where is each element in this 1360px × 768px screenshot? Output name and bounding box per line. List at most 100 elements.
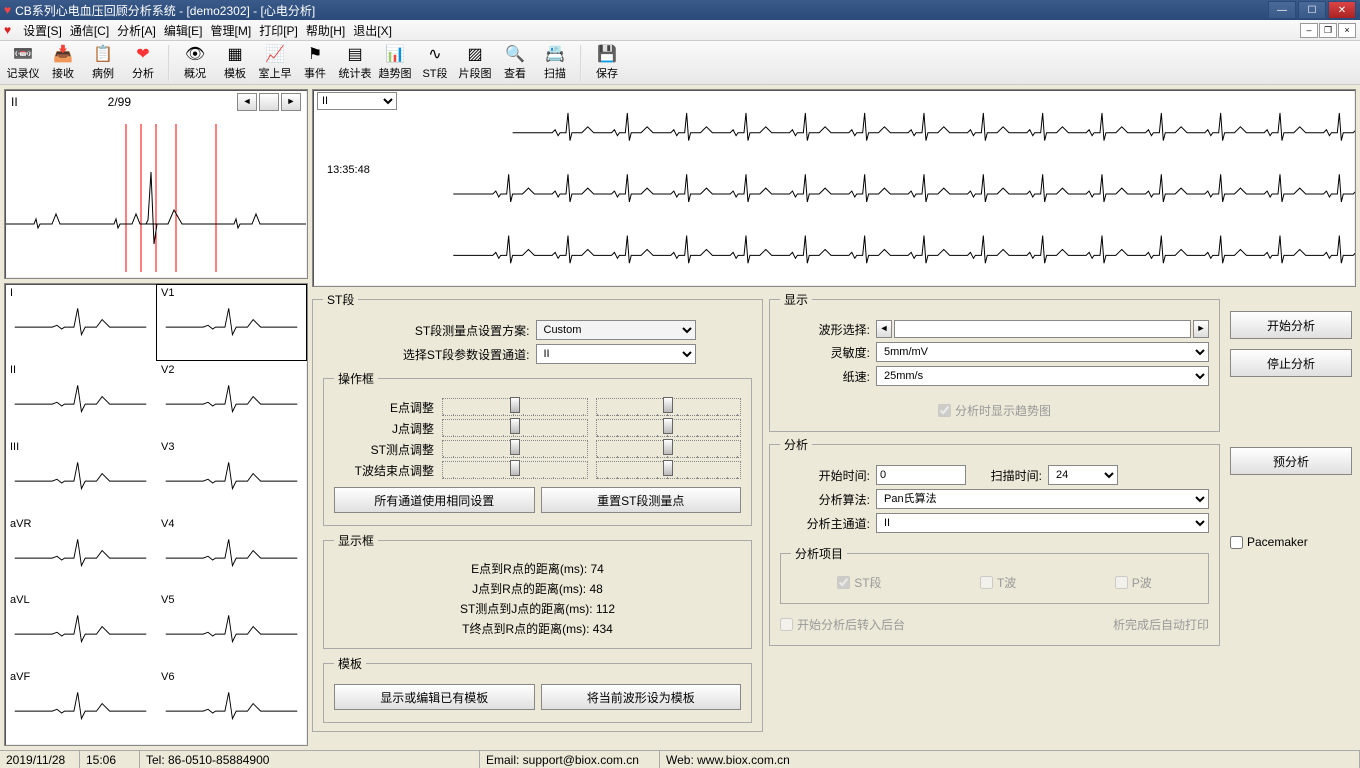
- toolbar-icon: ∿: [425, 44, 445, 64]
- lead-cell-aVF[interactable]: aVF: [5, 668, 156, 745]
- slider-thumb[interactable]: [663, 397, 673, 413]
- toolbar-icon: 📋: [93, 44, 113, 64]
- slider-track[interactable]: [596, 440, 742, 458]
- lead-cell-V3[interactable]: V3: [156, 438, 307, 515]
- pager-stop-button[interactable]: [259, 93, 279, 111]
- slider-thumb[interactable]: [663, 460, 673, 476]
- analysis-item-T波[interactable]: T波: [980, 574, 1016, 591]
- st-all-channels-button[interactable]: 所有通道使用相同设置: [334, 487, 535, 513]
- st-channel-select[interactable]: II: [536, 344, 696, 364]
- beat-pager-label: 2/99: [108, 95, 131, 109]
- toolbar-接收[interactable]: 📥接收: [44, 43, 82, 83]
- lead-cell-II[interactable]: II: [5, 361, 156, 438]
- pager-prev-button[interactable]: ◄: [237, 93, 257, 111]
- lead-cell-aVR[interactable]: aVR: [5, 515, 156, 592]
- st-reset-button[interactable]: 重置ST段测量点: [541, 487, 742, 513]
- stop-analysis-button[interactable]: 停止分析: [1230, 349, 1352, 377]
- close-button[interactable]: ✕: [1328, 1, 1356, 19]
- slider-track[interactable]: [596, 461, 742, 479]
- slider-thumb[interactable]: [663, 418, 673, 434]
- wave-select[interactable]: ◄ ►: [876, 320, 1209, 338]
- mdi-app-icon[interactable]: ♥: [4, 23, 11, 37]
- menu-item[interactable]: 打印[P]: [255, 24, 302, 38]
- slider-thumb[interactable]: [663, 439, 673, 455]
- beat-canvas[interactable]: [5, 114, 307, 274]
- slider-thumb[interactable]: [510, 418, 520, 434]
- toolbar-概况[interactable]: 👁概况: [176, 43, 214, 83]
- wave-scrollbar[interactable]: [894, 320, 1191, 338]
- rhythm-canvas[interactable]: [313, 108, 1355, 286]
- set-template-button[interactable]: 将当前波形设为模板: [541, 684, 742, 710]
- slider-track[interactable]: [442, 398, 588, 416]
- background-checkbox[interactable]: 开始分析后转入后台: [780, 616, 905, 633]
- algorithm-select[interactable]: Pan氏算法: [876, 489, 1209, 509]
- slider-track[interactable]: [442, 461, 588, 479]
- toolbar-病例[interactable]: 📋病例: [84, 43, 122, 83]
- toolbar-保存[interactable]: 💾保存: [588, 43, 626, 83]
- lead-cell-V1[interactable]: V1: [156, 284, 307, 361]
- lead-cell-V2[interactable]: V2: [156, 361, 307, 438]
- pre-analysis-button[interactable]: 预分析: [1230, 447, 1352, 475]
- toolbar-室上早[interactable]: 📈室上早: [256, 43, 294, 83]
- st-plan-select[interactable]: Custom: [536, 320, 696, 340]
- lead-label: aVF: [10, 671, 30, 683]
- slider-row: E点调整: [334, 398, 741, 416]
- lead-cell-V4[interactable]: V4: [156, 515, 307, 592]
- lead-cell-III[interactable]: III: [5, 438, 156, 515]
- paper-speed-select[interactable]: 25mm/s: [876, 366, 1209, 386]
- toolbar-分析[interactable]: ❤分析: [124, 43, 162, 83]
- slider-thumb[interactable]: [510, 460, 520, 476]
- toolbar-记录仪[interactable]: 📼记录仪: [4, 43, 42, 83]
- analysis-item-P波[interactable]: P波: [1115, 574, 1152, 591]
- lead-cell-V6[interactable]: V6: [156, 668, 307, 745]
- main-channel-select[interactable]: II: [876, 513, 1209, 533]
- minimize-button[interactable]: —: [1268, 1, 1296, 19]
- maximize-button[interactable]: ☐: [1298, 1, 1326, 19]
- wave-prev-button[interactable]: ◄: [876, 320, 892, 338]
- scan-time-select[interactable]: 24: [1048, 465, 1118, 485]
- toolbar-label: 保存: [596, 65, 618, 81]
- mdi-close[interactable]: ×: [1338, 23, 1356, 38]
- toolbar-事件[interactable]: ⚑事件: [296, 43, 334, 83]
- start-analysis-button[interactable]: 开始分析: [1230, 311, 1352, 339]
- slider-track[interactable]: [442, 440, 588, 458]
- mdi-restore[interactable]: ❐: [1319, 23, 1337, 38]
- toolbar-ST段[interactable]: ∿ST段: [416, 43, 454, 83]
- analysis-item-ST段[interactable]: ST段: [837, 574, 881, 591]
- pager-next-button[interactable]: ►: [281, 93, 301, 111]
- menu-item[interactable]: 通信[C]: [66, 24, 113, 38]
- app-icon: ♥: [4, 3, 11, 17]
- toolbar-模板[interactable]: ▦模板: [216, 43, 254, 83]
- sensitivity-select[interactable]: 5mm/mV: [876, 342, 1209, 362]
- menu-item[interactable]: 设置[S]: [19, 24, 66, 38]
- slider-thumb[interactable]: [510, 439, 520, 455]
- lead-cell-aVL[interactable]: aVL: [5, 591, 156, 668]
- menu-item[interactable]: 帮助[H]: [302, 24, 349, 38]
- slider-thumb[interactable]: [510, 397, 520, 413]
- toolbar-label: 片段图: [459, 65, 492, 81]
- lead-cell-V5[interactable]: V5: [156, 591, 307, 668]
- lead-label: aVL: [10, 594, 30, 606]
- toolbar-label: 室上早: [259, 65, 292, 81]
- slider-track[interactable]: [442, 419, 588, 437]
- menu-item[interactable]: 管理[M]: [207, 24, 256, 38]
- menu-item[interactable]: 分析[A]: [113, 24, 160, 38]
- scan-time-label: 扫描时间:: [972, 467, 1042, 484]
- toolbar-片段图[interactable]: ▨片段图: [456, 43, 494, 83]
- wave-next-button[interactable]: ►: [1193, 320, 1209, 338]
- lead-cell-I[interactable]: I: [5, 284, 156, 361]
- start-time-input[interactable]: [876, 465, 966, 485]
- menu-item[interactable]: 编辑[E]: [160, 24, 207, 38]
- toolbar-统计表[interactable]: ▤统计表: [336, 43, 374, 83]
- pacemaker-checkbox[interactable]: Pacemaker: [1230, 535, 1352, 549]
- toolbar-扫描[interactable]: 📇扫描: [536, 43, 574, 83]
- toolbar-查看[interactable]: 🔍查看: [496, 43, 534, 83]
- toolbar-趋势图[interactable]: 📊趋势图: [376, 43, 414, 83]
- slider-track[interactable]: [596, 398, 742, 416]
- mdi-minimize[interactable]: –: [1300, 23, 1318, 38]
- show-trend-checkbox[interactable]: 分析时显示趋势图: [938, 402, 1051, 419]
- show-template-button[interactable]: 显示或编辑已有模板: [334, 684, 535, 710]
- menu-item[interactable]: 退出[X]: [349, 24, 396, 38]
- toolbar-icon: 👁: [185, 44, 205, 64]
- slider-track[interactable]: [596, 419, 742, 437]
